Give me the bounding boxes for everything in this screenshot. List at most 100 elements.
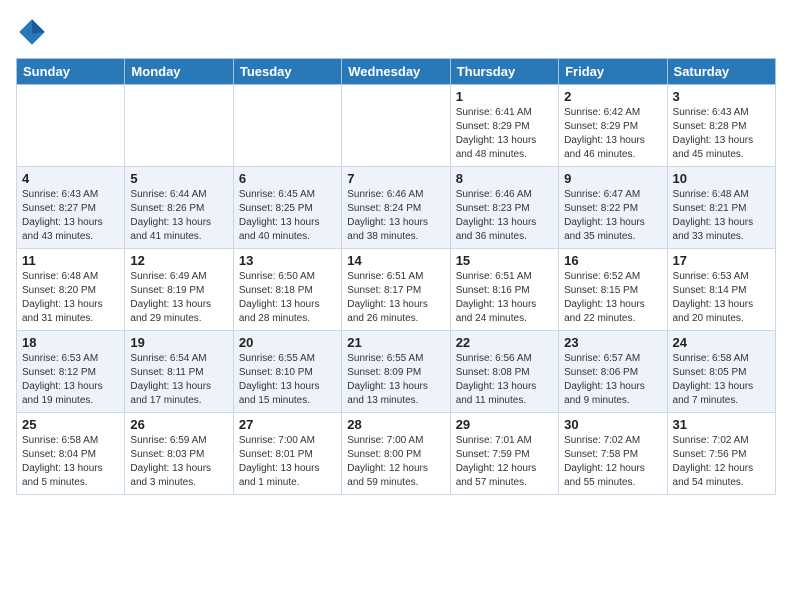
calendar-day-cell: 16Sunrise: 6:52 AM Sunset: 8:15 PM Dayli… — [559, 249, 667, 331]
calendar-day-cell: 9 Sunrise: 6:47 AM Sunset: 8:22 PM Daylig… — [559, 167, 667, 249]
day-info: Sunrise: 7:02 AM Sunset: 7:56 PM Dayligh… — [673, 434, 770, 490]
day-number: 1 — [456, 89, 553, 104]
day-number: 21 — [347, 335, 444, 350]
calendar-day-cell: 3Sunrise: 6:43 AM Sunset: 8:28 PM Daylig… — [667, 85, 775, 167]
day-number: 14 — [347, 253, 444, 268]
day-info: Sunrise: 6:56 AM Sunset: 8:08 PM Dayligh… — [456, 352, 553, 408]
day-info: Sunrise: 6:51 AM Sunset: 8:16 PM Dayligh… — [456, 270, 553, 326]
day-info: Sunrise: 6:47 AM Sunset: 8:22 PM Dayligh… — [564, 188, 661, 244]
calendar-day-cell: 8 Sunrise: 6:46 AM Sunset: 8:23 PM Daylig… — [450, 167, 558, 249]
calendar-day-cell: 20 Sunrise: 6:55 AM Sunset: 8:10 PM Dayli… — [233, 331, 341, 413]
day-number: 28 — [347, 417, 444, 432]
calendar-day-cell: 10 Sunrise: 6:48 AM Sunset: 8:21 PM Dayli… — [667, 167, 775, 249]
day-info: Sunrise: 7:02 AM Sunset: 7:58 PM Dayligh… — [564, 434, 661, 490]
calendar-day-cell: 5 Sunrise: 6:44 AM Sunset: 8:26 PM Daylig… — [125, 167, 233, 249]
calendar-empty-cell — [125, 85, 233, 167]
weekday-header-wednesday: Wednesday — [342, 59, 450, 85]
day-number: 23 — [564, 335, 661, 350]
page-header — [16, 16, 776, 48]
weekday-header-friday: Friday — [559, 59, 667, 85]
calendar-empty-cell — [342, 85, 450, 167]
logo-icon — [16, 16, 48, 48]
calendar-day-cell: 13 Sunrise: 6:50 AM Sunset: 8:18 PM Dayli… — [233, 249, 341, 331]
day-info: Sunrise: 6:45 AM Sunset: 8:25 PM Dayligh… — [239, 188, 336, 244]
day-info: Sunrise: 6:54 AM Sunset: 8:11 PM Dayligh… — [130, 352, 227, 408]
day-info: Sunrise: 6:46 AM Sunset: 8:24 PM Dayligh… — [347, 188, 444, 244]
day-info: Sunrise: 6:48 AM Sunset: 8:20 PM Dayligh… — [22, 270, 119, 326]
day-number: 17 — [673, 253, 770, 268]
calendar-day-cell: 21Sunrise: 6:55 AM Sunset: 8:09 PM Dayli… — [342, 331, 450, 413]
day-info: Sunrise: 6:43 AM Sunset: 8:27 PM Dayligh… — [22, 188, 119, 244]
day-number: 18 — [22, 335, 119, 350]
calendar-day-cell: 25 Sunrise: 6:58 AM Sunset: 8:04 PM Dayli… — [17, 413, 125, 495]
calendar-day-cell: 15 Sunrise: 6:51 AM Sunset: 8:16 PM Dayli… — [450, 249, 558, 331]
day-number: 10 — [673, 171, 770, 186]
calendar-day-cell: 12 Sunrise: 6:49 AM Sunset: 8:19 PM Dayli… — [125, 249, 233, 331]
calendar-day-cell: 2 Sunrise: 6:42 AM Sunset: 8:29 PM Daylig… — [559, 85, 667, 167]
calendar-day-cell: 27Sunrise: 7:00 AM Sunset: 8:01 PM Dayli… — [233, 413, 341, 495]
calendar-day-cell: 11Sunrise: 6:48 AM Sunset: 8:20 PM Dayli… — [17, 249, 125, 331]
day-info: Sunrise: 6:57 AM Sunset: 8:06 PM Dayligh… — [564, 352, 661, 408]
day-number: 19 — [130, 335, 227, 350]
day-info: Sunrise: 6:58 AM Sunset: 8:04 PM Dayligh… — [22, 434, 119, 490]
day-info: Sunrise: 6:48 AM Sunset: 8:21 PM Dayligh… — [673, 188, 770, 244]
calendar-week-row: 1 Sunrise: 6:41 AM Sunset: 8:29 PM Daylig… — [17, 85, 776, 167]
calendar-week-row: 18 Sunrise: 6:53 AM Sunset: 8:12 PM Dayli… — [17, 331, 776, 413]
day-info: Sunrise: 6:59 AM Sunset: 8:03 PM Dayligh… — [130, 434, 227, 490]
calendar-day-cell: 22 Sunrise: 6:56 AM Sunset: 8:08 PM Dayli… — [450, 331, 558, 413]
calendar-day-cell: 18 Sunrise: 6:53 AM Sunset: 8:12 PM Dayli… — [17, 331, 125, 413]
day-number: 12 — [130, 253, 227, 268]
logo — [16, 16, 54, 48]
calendar-day-cell: 4Sunrise: 6:43 AM Sunset: 8:27 PM Daylig… — [17, 167, 125, 249]
calendar-day-cell: 1 Sunrise: 6:41 AM Sunset: 8:29 PM Daylig… — [450, 85, 558, 167]
day-info: Sunrise: 6:53 AM Sunset: 8:12 PM Dayligh… — [22, 352, 119, 408]
day-info: Sunrise: 6:55 AM Sunset: 8:10 PM Dayligh… — [239, 352, 336, 408]
day-number: 20 — [239, 335, 336, 350]
day-number: 8 — [456, 171, 553, 186]
day-info: Sunrise: 7:00 AM Sunset: 8:00 PM Dayligh… — [347, 434, 444, 490]
day-number: 30 — [564, 417, 661, 432]
day-number: 2 — [564, 89, 661, 104]
day-number: 5 — [130, 171, 227, 186]
day-number: 22 — [456, 335, 553, 350]
day-number: 7 — [347, 171, 444, 186]
calendar-empty-cell — [233, 85, 341, 167]
weekday-header-sunday: Sunday — [17, 59, 125, 85]
day-info: Sunrise: 6:43 AM Sunset: 8:28 PM Dayligh… — [673, 106, 770, 162]
day-number: 27 — [239, 417, 336, 432]
weekday-header-saturday: Saturday — [667, 59, 775, 85]
calendar-empty-cell — [17, 85, 125, 167]
calendar-day-cell: 17 Sunrise: 6:53 AM Sunset: 8:14 PM Dayli… — [667, 249, 775, 331]
day-number: 26 — [130, 417, 227, 432]
day-info: Sunrise: 6:41 AM Sunset: 8:29 PM Dayligh… — [456, 106, 553, 162]
day-number: 25 — [22, 417, 119, 432]
calendar-day-cell: 26 Sunrise: 6:59 AM Sunset: 8:03 PM Dayli… — [125, 413, 233, 495]
day-info: Sunrise: 6:53 AM Sunset: 8:14 PM Dayligh… — [673, 270, 770, 326]
day-number: 9 — [564, 171, 661, 186]
calendar-day-cell: 30 Sunrise: 7:02 AM Sunset: 7:58 PM Dayli… — [559, 413, 667, 495]
calendar-day-cell: 6 Sunrise: 6:45 AM Sunset: 8:25 PM Daylig… — [233, 167, 341, 249]
day-info: Sunrise: 6:51 AM Sunset: 8:17 PM Dayligh… — [347, 270, 444, 326]
weekday-header-tuesday: Tuesday — [233, 59, 341, 85]
weekday-header-row: SundayMondayTuesdayWednesdayThursdayFrid… — [17, 59, 776, 85]
day-number: 6 — [239, 171, 336, 186]
day-info: Sunrise: 6:50 AM Sunset: 8:18 PM Dayligh… — [239, 270, 336, 326]
calendar-table: SundayMondayTuesdayWednesdayThursdayFrid… — [16, 58, 776, 495]
day-info: Sunrise: 6:52 AM Sunset: 8:15 PM Dayligh… — [564, 270, 661, 326]
weekday-header-monday: Monday — [125, 59, 233, 85]
day-info: Sunrise: 6:58 AM Sunset: 8:05 PM Dayligh… — [673, 352, 770, 408]
calendar-week-row: 11Sunrise: 6:48 AM Sunset: 8:20 PM Dayli… — [17, 249, 776, 331]
day-info: Sunrise: 6:46 AM Sunset: 8:23 PM Dayligh… — [456, 188, 553, 244]
calendar-day-cell: 23 Sunrise: 6:57 AM Sunset: 8:06 PM Dayli… — [559, 331, 667, 413]
day-number: 24 — [673, 335, 770, 350]
calendar-day-cell: 31Sunrise: 7:02 AM Sunset: 7:56 PM Dayli… — [667, 413, 775, 495]
calendar-day-cell: 28 Sunrise: 7:00 AM Sunset: 8:00 PM Dayli… — [342, 413, 450, 495]
day-number: 15 — [456, 253, 553, 268]
calendar-week-row: 4Sunrise: 6:43 AM Sunset: 8:27 PM Daylig… — [17, 167, 776, 249]
day-info: Sunrise: 6:49 AM Sunset: 8:19 PM Dayligh… — [130, 270, 227, 326]
day-number: 29 — [456, 417, 553, 432]
day-info: Sunrise: 6:44 AM Sunset: 8:26 PM Dayligh… — [130, 188, 227, 244]
day-number: 13 — [239, 253, 336, 268]
day-info: Sunrise: 6:42 AM Sunset: 8:29 PM Dayligh… — [564, 106, 661, 162]
calendar-day-cell: 19 Sunrise: 6:54 AM Sunset: 8:11 PM Dayli… — [125, 331, 233, 413]
